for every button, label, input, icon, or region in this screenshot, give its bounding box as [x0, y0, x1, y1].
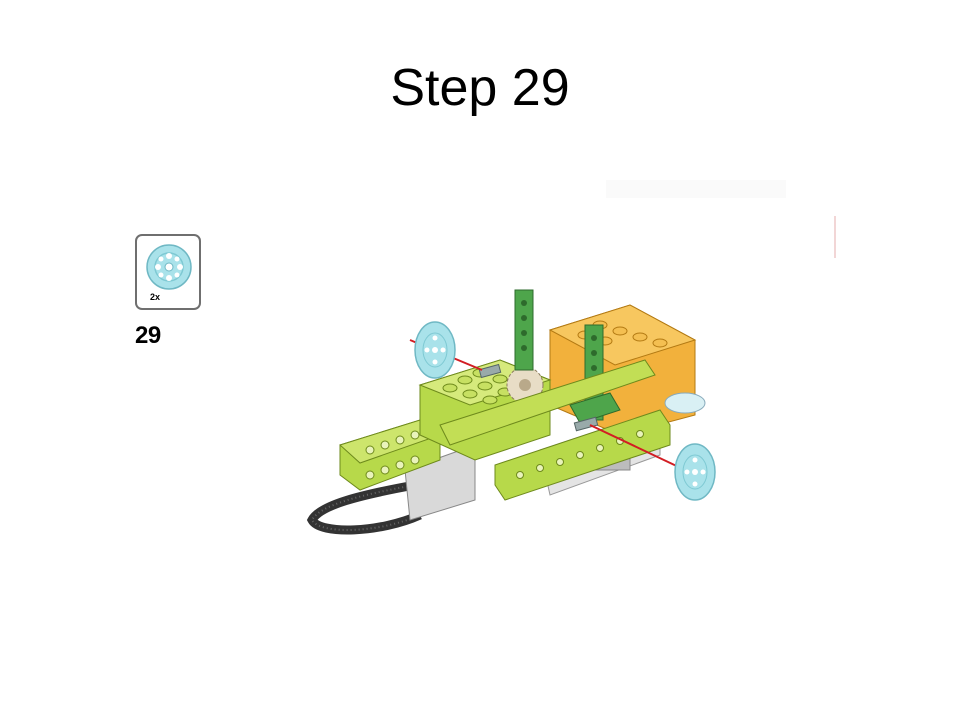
wheel-icon — [146, 244, 192, 290]
lego-model-illustration — [306, 289, 716, 535]
slide-title: Step 29 — [390, 59, 570, 117]
wheel-right — [674, 443, 716, 501]
wheel-left — [414, 321, 456, 379]
parts-callout: 2x — [135, 234, 201, 310]
faded-background-artifact — [606, 180, 786, 198]
faded-edge-artifact — [834, 216, 836, 258]
light-blue-connector — [664, 392, 706, 414]
motor-cable — [306, 480, 422, 535]
part-quantity: 2x — [150, 292, 161, 302]
step-number: 29 — [135, 322, 161, 349]
